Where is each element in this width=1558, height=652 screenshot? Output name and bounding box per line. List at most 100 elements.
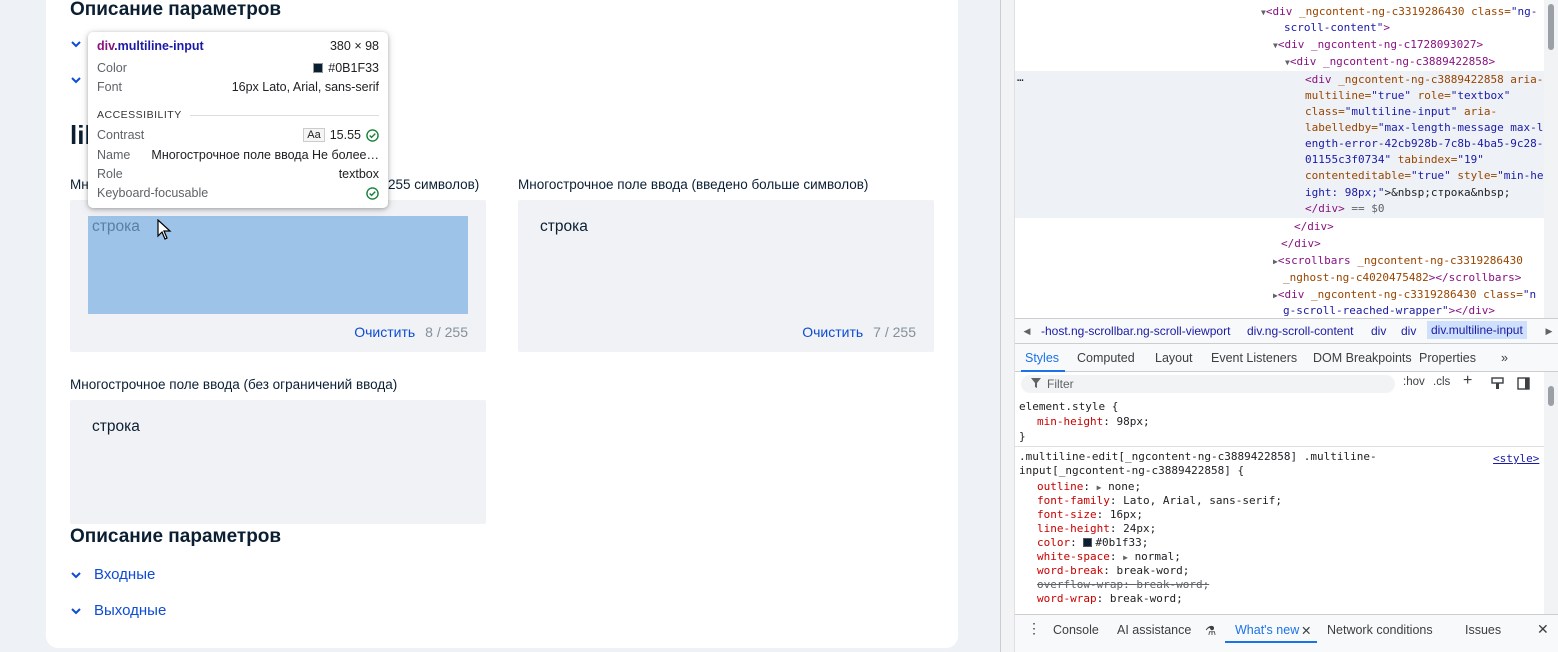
tab-dom-breakpoints[interactable]: DOM Breakpoints bbox=[1313, 351, 1412, 365]
multiline-field-3[interactable]: строка bbox=[70, 400, 486, 524]
tooltip-selector: div.multiline-input bbox=[97, 39, 204, 53]
tooltip-contrast-label: Contrast bbox=[97, 128, 145, 142]
dom-line[interactable]: </div> bbox=[1294, 219, 1334, 236]
style-declaration[interactable]: white-space: ▶ normal; bbox=[1037, 550, 1181, 565]
field3-text[interactable]: строка bbox=[92, 418, 140, 436]
dom-line[interactable]: ▶<div _ngcontent-ng-c3319286430 class="n bbox=[1273, 287, 1536, 305]
tab-properties[interactable]: Properties bbox=[1419, 351, 1476, 365]
scroll-left-icon[interactable]: ◀ bbox=[1019, 323, 1035, 339]
devtools-gutter[interactable] bbox=[1001, 0, 1015, 652]
style-declaration[interactable]: color: #0b1f33; bbox=[1037, 536, 1148, 550]
crumb-div[interactable]: div bbox=[1371, 324, 1386, 338]
class-toggle-button[interactable]: .cls bbox=[1433, 376, 1450, 388]
accordion-outputs-top[interactable] bbox=[70, 74, 82, 86]
element-style-selector[interactable]: element.style { bbox=[1019, 400, 1118, 414]
style-declaration[interactable]: word-break: break-word; bbox=[1037, 564, 1189, 578]
dom-line[interactable]: ▶<scrollbars _ngcontent-ng-c3319286430 bbox=[1273, 253, 1523, 271]
dom-line-selected[interactable]: ight: 98px;">&nbsp;строка&nbsp; bbox=[1305, 185, 1510, 202]
drawer-tab-ai-assistance[interactable]: AI assistance bbox=[1117, 623, 1191, 637]
dom-line[interactable]: scroll-content"> bbox=[1284, 20, 1390, 37]
tooltip-element: div bbox=[97, 39, 115, 53]
drawer-tab-network-conditions[interactable]: Network conditions bbox=[1327, 623, 1433, 637]
elements-tree[interactable]: ▼<div _ngcontent-ng-c3319286430 class="n… bbox=[1015, 0, 1545, 318]
accordion-inputs-label: Входные bbox=[94, 566, 156, 583]
tooltip-font-value: 16px Lato, Arial, sans-serif bbox=[231, 80, 379, 94]
dom-line[interactable]: ▼<div _ngcontent-ng-c1728093027> bbox=[1273, 37, 1483, 55]
drawer-tab-console[interactable]: Console bbox=[1053, 623, 1099, 637]
dom-line-selected[interactable]: 01155c3f0734" tabindex="19" bbox=[1305, 152, 1484, 169]
tab-layout[interactable]: Layout bbox=[1155, 351, 1193, 365]
style-declaration[interactable]: word-wrap: break-word; bbox=[1037, 592, 1183, 606]
color-swatch[interactable] bbox=[1083, 538, 1093, 547]
tooltip-name-value: Многострочное поле ввода Не более… bbox=[151, 148, 379, 162]
styles-scrollbar[interactable] bbox=[1544, 372, 1558, 614]
scroll-right-icon[interactable]: ▶ bbox=[1541, 323, 1557, 339]
crumb-viewport[interactable]: -host.ng-scrollbar.ng-scroll-viewport bbox=[1041, 324, 1230, 338]
dom-line[interactable]: ▼<div _ngcontent-ng-c3319286430 class="n… bbox=[1261, 4, 1537, 22]
dom-line[interactable]: _nghost-ng-c4020475482></scrollbars> bbox=[1283, 270, 1521, 287]
dom-line-selected[interactable]: ength-error-42cb928b-7c8b-4ba5-9c28- bbox=[1305, 136, 1543, 153]
styles-pane[interactable]: element.style { min-height: 98px; } .mul… bbox=[1015, 396, 1545, 614]
sidebar-toggle-icon[interactable] bbox=[1517, 377, 1530, 390]
contrast-aa-badge: Aa bbox=[303, 128, 325, 142]
chevron-down-icon bbox=[71, 41, 81, 48]
dom-line-selected[interactable]: </div> == $0 bbox=[1305, 201, 1385, 218]
add-rule-icon[interactable]: + bbox=[1463, 372, 1472, 390]
rule-divider bbox=[1015, 446, 1545, 447]
tab-computed[interactable]: Computed bbox=[1077, 351, 1135, 365]
style-declaration[interactable]: line-height: 24px; bbox=[1037, 522, 1156, 536]
field1-text[interactable]: строка bbox=[92, 218, 140, 236]
accordion-inputs[interactable]: Входные bbox=[70, 566, 155, 583]
multiline-field-1[interactable]: строка Очистить 8 / 255 bbox=[70, 200, 486, 352]
multiline-field-2[interactable]: строка Очистить 7 / 255 bbox=[518, 200, 934, 352]
inspect-tooltip: div.multiline-input 380 × 98 Color #0B1F… bbox=[88, 32, 388, 208]
dom-line-selected[interactable]: <div _ngcontent-ng-c3889422858 aria- bbox=[1305, 72, 1543, 89]
close-tab-icon[interactable]: ✕ bbox=[1301, 623, 1311, 638]
tab-styles[interactable]: Styles bbox=[1025, 351, 1059, 365]
rule-selector[interactable]: .multiline-edit[_ngcontent-ng-c388942285… bbox=[1019, 450, 1377, 464]
crumb-multiline-input[interactable]: div.multiline-input bbox=[1427, 321, 1527, 339]
style-declaration[interactable]: font-family: Lato, Arial, sans-serif; bbox=[1037, 494, 1282, 508]
hover-state-button[interactable]: :hov bbox=[1403, 376, 1425, 388]
style-declaration[interactable]: font-size: 16px; bbox=[1037, 508, 1143, 522]
dom-line-selected[interactable]: class="multiline-input" aria- bbox=[1305, 104, 1497, 121]
clear-button[interactable]: Очистить bbox=[354, 324, 415, 340]
tooltip-class: .multiline-input bbox=[114, 39, 204, 53]
style-declaration[interactable]: min-height: 98px; bbox=[1037, 415, 1150, 429]
rule-selector[interactable]: input[_ngcontent-ng-c3889422858] { bbox=[1019, 464, 1244, 478]
drawer-menu-icon[interactable]: ⋮ bbox=[1027, 620, 1041, 637]
more-icon[interactable]: … bbox=[1017, 70, 1024, 87]
paint-brush-icon[interactable] bbox=[1491, 377, 1504, 390]
field1-label-suffix: 255 символов) bbox=[388, 177, 480, 192]
rule-source-link[interactable]: <style> bbox=[1493, 452, 1539, 466]
dom-line[interactable]: ▼<div _ngcontent-ng-c3889422858> bbox=[1285, 54, 1495, 72]
tab-event-listeners[interactable]: Event Listeners bbox=[1211, 351, 1297, 365]
chevron-down-icon bbox=[71, 571, 81, 578]
crumb-scroll-content[interactable]: div.ng-scroll-content bbox=[1247, 324, 1354, 338]
tooltip-color-label: Color bbox=[97, 61, 127, 75]
crumb-div[interactable]: div bbox=[1401, 324, 1416, 338]
filter-input[interactable]: Filter bbox=[1021, 375, 1395, 393]
tooltip-contrast-row: Contrast Aa 15.55 bbox=[97, 128, 379, 142]
dom-line-selected[interactable]: multiline="true" role="textbox" bbox=[1305, 88, 1510, 105]
drawer-tab-issues[interactable]: Issues bbox=[1465, 623, 1501, 637]
tooltip-name-row: Name Многострочное поле ввода Не более… bbox=[97, 148, 379, 162]
dom-line[interactable]: </div> bbox=[1281, 236, 1321, 253]
style-declaration-overridden[interactable]: overflow-wrap: break-word; bbox=[1037, 578, 1209, 592]
devtools-panel: ▼<div _ngcontent-ng-c3319286430 class="n… bbox=[1000, 0, 1558, 652]
clear-button[interactable]: Очистить bbox=[802, 324, 863, 340]
dom-line-selected[interactable]: contenteditable="true" style="min-he bbox=[1305, 168, 1543, 185]
styles-tabbar: Styles Computed Layout Event Listeners D… bbox=[1015, 344, 1558, 372]
drawer-tab-whats-new[interactable]: What's new bbox=[1235, 623, 1299, 637]
elements-scrollbar[interactable] bbox=[1544, 0, 1558, 318]
dom-line-selected[interactable]: labelledby="max-length-message max-l bbox=[1305, 120, 1543, 137]
accordion-outputs[interactable]: Выходные bbox=[70, 602, 166, 619]
field2-text[interactable]: строка bbox=[540, 218, 588, 236]
close-drawer-icon[interactable]: ✕ bbox=[1537, 621, 1549, 638]
accordion-inputs-top[interactable] bbox=[70, 38, 82, 50]
more-tabs-icon[interactable]: » bbox=[1501, 351, 1508, 365]
dom-line[interactable]: g-scroll-reached-wrapper"></div> bbox=[1283, 303, 1495, 318]
style-declaration[interactable]: outline: ▶ none; bbox=[1037, 480, 1141, 495]
color-swatch bbox=[313, 63, 324, 73]
field3-label: Многострочное поле ввода (без ограничени… bbox=[70, 377, 398, 392]
